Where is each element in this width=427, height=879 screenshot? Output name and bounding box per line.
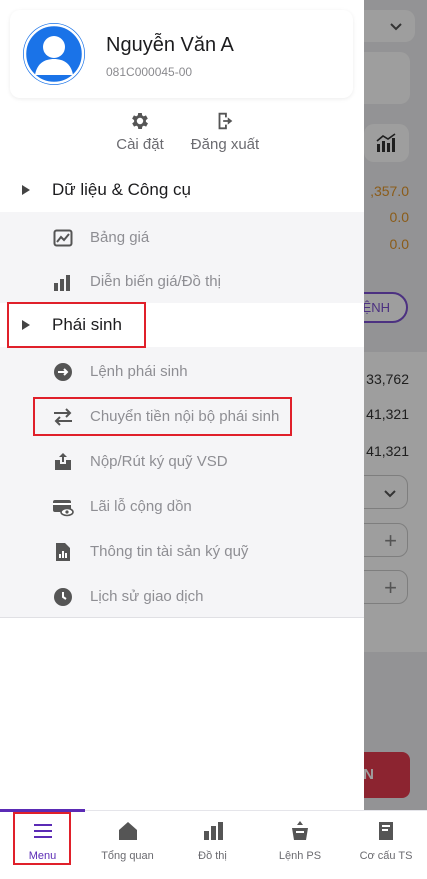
menu-item-label: Chuyển tiền nội bộ phái sinh: [90, 408, 280, 425]
tab-menu[interactable]: Menu: [0, 811, 85, 879]
settings-label: Cài đặt: [116, 136, 164, 153]
expand-triangle-icon: [22, 320, 30, 330]
logout-label: Đăng xuất: [190, 136, 260, 153]
section-data-tools[interactable]: Dữ liệu & Công cụ: [0, 168, 364, 212]
submenu-derivatives: Lệnh phái sinh Chuyển tiền nội bộ phái s…: [0, 347, 364, 617]
divider: [0, 617, 364, 618]
gear-icon: [132, 113, 148, 129]
tab-label: Đồ thị: [198, 850, 227, 862]
tab-derivative-orders[interactable]: Lệnh PS: [255, 811, 345, 879]
menu-item-internal-transfer[interactable]: Chuyển tiền nội bộ phái sinh: [0, 394, 364, 439]
menu-icon: [33, 824, 52, 838]
profile-card[interactable]: Nguyễn Văn A 081C000045-00: [10, 10, 353, 98]
card-eye-icon: [52, 496, 74, 518]
tab-label: Tổng quan: [101, 850, 154, 862]
price-board-icon: [52, 227, 74, 249]
tab-label: Menu: [28, 850, 57, 862]
upload-tray-icon: [52, 451, 74, 473]
chart-icon: [52, 271, 74, 293]
clock-icon: [52, 586, 74, 608]
order-bag-icon: [292, 821, 308, 840]
menu-item-price-board[interactable]: Bảng giá: [0, 215, 364, 260]
tab-overview[interactable]: Tổng quan: [85, 811, 170, 879]
user-name: Nguyễn Văn A: [106, 34, 234, 56]
user-silhouette-icon: [23, 23, 85, 85]
tab-asset-structure[interactable]: Cơ cấu TS: [345, 811, 427, 879]
menu-item-label: Nộp/Rút ký quỹ VSD: [90, 453, 228, 470]
chart-icon: [203, 822, 223, 840]
menu-item-margin-assets[interactable]: Thông tin tài sản ký quỹ: [0, 529, 364, 574]
tab-chart[interactable]: Đồ thị: [170, 811, 255, 879]
transfer-arrows-icon: [52, 406, 74, 428]
menu-item-transaction-history[interactable]: Lịch sử giao dịch: [0, 574, 364, 619]
expand-triangle-icon: [22, 185, 30, 195]
account-id: 081C000045-00: [106, 65, 193, 79]
menu-item-derivative-orders[interactable]: Lệnh phái sinh: [0, 349, 364, 394]
tab-label: Cơ cấu TS: [359, 850, 413, 862]
menu-item-label: Lãi lỗ cộng dồn: [90, 498, 192, 515]
settings-button[interactable]: Cài đặt: [100, 110, 180, 153]
menu-item-label: Diễn biến giá/Đồ thị: [90, 273, 221, 290]
tab-label: Lệnh PS: [278, 850, 322, 862]
menu-item-price-chart[interactable]: Diễn biến giá/Đồ thị: [0, 259, 364, 304]
arrow-right-circle-icon: [52, 361, 74, 383]
avatar: [23, 23, 85, 85]
submenu-data-tools: Bảng giá Diễn biến giá/Đồ thị: [0, 212, 364, 303]
menu-item-label: Bảng giá: [90, 229, 150, 246]
section-label: Dữ liệu & Công cụ: [52, 180, 191, 199]
menu-item-label: Thông tin tài sản ký quỹ: [90, 543, 249, 560]
app-screen: ,357.0 0.0 0.0 ỆNH 33,762 41,321 41,321 …: [0, 0, 427, 879]
logout-icon: [218, 112, 233, 130]
section-label: Phái sinh: [52, 315, 122, 334]
section-derivatives[interactable]: Phái sinh: [0, 303, 364, 347]
book-icon: [379, 822, 393, 840]
logout-button[interactable]: Đăng xuất: [185, 110, 265, 153]
menu-item-cumulative-pnl[interactable]: Lãi lỗ cộng dồn: [0, 484, 364, 529]
document-chart-icon: [52, 541, 74, 563]
menu-item-label: Lệnh phái sinh: [90, 363, 188, 380]
menu-item-vsd-margin[interactable]: Nộp/Rút ký quỹ VSD: [0, 439, 364, 484]
side-drawer: Nguyễn Văn A 081C000045-00 Cài đặt Đăng …: [0, 0, 364, 810]
menu-item-label: Lịch sử giao dịch: [90, 588, 204, 605]
bottom-tab-bar: Menu Tổng quan Đồ thị Lệnh PS Cơ cấu TS: [0, 809, 427, 879]
home-icon: [118, 822, 137, 840]
